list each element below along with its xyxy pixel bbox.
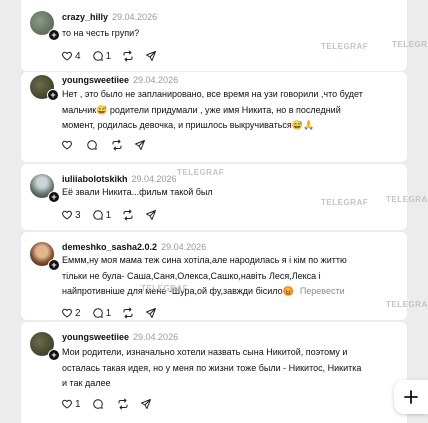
reply-button[interactable]	[92, 398, 106, 410]
comment-card: + youngsweetiiee 29.04.2026 Мои родители,…	[21, 322, 407, 423]
comment-date: 29.04.2026	[112, 12, 158, 22]
comment-icon	[92, 210, 103, 220]
comment-text-line: мальчик😅 родители придумали , уже имя Ни…	[62, 104, 341, 115]
repost-button[interactable]	[111, 139, 123, 151]
comment-card: + youngsweetiiee 29.04.2026 Нет , это был…	[21, 72, 407, 162]
comment-username[interactable]: iuliiabolotskikh	[62, 174, 128, 184]
like-button[interactable]	[61, 139, 75, 151]
plus-icon[interactable]: +	[48, 191, 60, 203]
comment-card: + iuliiabolotskikh 29.04.2026 Её звали Ни…	[21, 164, 407, 230]
comment-username[interactable]: crazy_hilly	[62, 12, 108, 22]
reply-button[interactable]: 1	[92, 307, 112, 319]
comment-actions	[61, 138, 157, 152]
comment-actions: 1	[61, 397, 163, 411]
send-icon	[140, 399, 151, 409]
repost-button[interactable]	[122, 209, 134, 221]
like-count: 4	[75, 50, 81, 62]
comment-date: 29.04.2026	[133, 75, 179, 85]
watermark: TELEGRAF	[321, 42, 369, 51]
comment-text-line: и так далее	[62, 378, 111, 388]
plus-icon	[404, 390, 418, 404]
like-button[interactable]: 2	[61, 307, 81, 319]
like-button[interactable]: 1	[61, 398, 81, 410]
repost-icon	[123, 307, 133, 319]
reply-button[interactable]: 1	[92, 209, 112, 221]
repost-icon	[123, 50, 133, 62]
comment-text-line: тільки не була- Саша,Саня,Олекса,Сашко,н…	[62, 270, 321, 281]
comment-icon	[92, 399, 103, 409]
heart-icon	[62, 140, 72, 150]
watermark: TELEGRAF	[177, 168, 225, 177]
heart-icon	[62, 51, 72, 61]
comment-actions: 2 1	[61, 306, 168, 320]
share-button[interactable]	[134, 139, 146, 151]
comment-card: + demeshko_sasha2.0.2 29.04.2026 Еммм,ну …	[21, 232, 407, 320]
comment-date: 29.04.2026	[161, 242, 207, 252]
like-count: 1	[75, 398, 81, 410]
repost-icon	[123, 209, 133, 221]
reply-button[interactable]	[86, 139, 100, 151]
comment-text-line: Еммм,ну моя мама теж сина хотіла,але нар…	[62, 255, 347, 265]
plus-icon[interactable]: +	[48, 29, 60, 41]
share-button[interactable]	[145, 50, 157, 62]
translate-link[interactable]: Перевести	[300, 286, 345, 296]
comment-text-line: найпротивніше для мене -Шура,ой фу,завжд…	[62, 286, 294, 296]
comment-text: Нет , это было не запланировано, все вре…	[62, 87, 402, 134]
plus-icon[interactable]: +	[47, 89, 59, 101]
comment-text-line: момент, родилась девочка, и пришлось вык…	[62, 120, 315, 130]
reply-count: 1	[105, 209, 112, 221]
comment-text: то на честь групи?	[62, 26, 402, 42]
comment-actions: 4 1	[61, 49, 168, 63]
like-count: 2	[75, 307, 81, 319]
comment-card: + crazy_hilly 29.04.2026 то на честь груп…	[21, 0, 407, 71]
comment-icon	[87, 140, 97, 150]
comment-text-line: осталась такая идея, но у меня по жизни …	[62, 362, 362, 373]
like-count: 3	[75, 209, 81, 221]
send-icon	[146, 308, 157, 318]
repost-icon	[112, 139, 122, 151]
heart-icon	[62, 308, 72, 318]
comment-text-line: то на честь групи?	[62, 28, 140, 38]
comment-icon	[92, 51, 103, 61]
share-button[interactable]	[145, 307, 157, 319]
share-button[interactable]	[145, 209, 157, 221]
plus-icon[interactable]: +	[48, 259, 60, 271]
comment-text-line: Её звали Никита...фильм такой был	[62, 187, 213, 197]
comment-text: Еммм,ну моя мама теж сина хотіла,але нар…	[62, 253, 402, 300]
comment-text-line: Мои родители, изначально хотели назвать …	[62, 347, 348, 357]
reply-count: 1	[105, 307, 112, 319]
comment-icon	[92, 308, 103, 318]
comment-text-line: Нет , это было не запланировано, все вре…	[62, 89, 363, 99]
heart-icon	[62, 210, 72, 220]
comment-date: 29.04.2026	[131, 174, 177, 184]
send-icon	[135, 140, 145, 150]
like-button[interactable]: 4	[61, 50, 81, 62]
comment-username[interactable]: youngsweetiiee	[62, 332, 129, 342]
comment-username[interactable]: demeshko_sasha2.0.2	[62, 242, 157, 252]
send-icon	[146, 210, 157, 220]
reply-button[interactable]: 1	[92, 50, 112, 62]
plus-icon[interactable]: +	[48, 349, 60, 361]
comment-actions: 3 1	[61, 208, 168, 222]
reply-count: 1	[105, 50, 112, 62]
share-button[interactable]	[140, 398, 152, 410]
repost-button[interactable]	[122, 50, 134, 62]
repost-icon	[118, 398, 128, 410]
like-button[interactable]: 3	[61, 209, 81, 221]
comment-date: 29.04.2026	[133, 332, 179, 342]
repost-button[interactable]	[122, 307, 134, 319]
heart-icon	[62, 399, 72, 409]
comment-username[interactable]: youngsweetiiee	[62, 75, 129, 85]
comment-text: Мои родители, изначально хотели назвать …	[62, 345, 402, 392]
repost-button[interactable]	[117, 398, 129, 410]
comment-text: Её звали Никита...фильм такой был	[62, 185, 402, 201]
add-button[interactable]	[394, 380, 428, 414]
send-icon	[146, 51, 157, 61]
